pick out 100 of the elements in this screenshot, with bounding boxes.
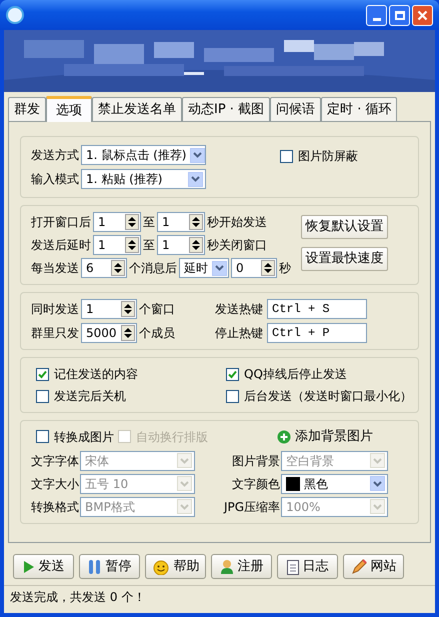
close-icon	[417, 10, 428, 20]
spin-value: 1	[162, 237, 171, 254]
add-background-button[interactable]: 添加背景图片	[277, 427, 373, 446]
toolbar-button[interactable]: 网站	[343, 554, 404, 579]
chevron-icon	[180, 458, 189, 464]
chevron-icon	[215, 265, 224, 271]
field-label: 发送热键	[215, 301, 263, 318]
spin-arrows-icon[interactable]	[125, 214, 139, 230]
spin-field[interactable]: 0	[231, 258, 277, 278]
dropdown-field[interactable]: 1. 粘贴 (推荐)	[81, 169, 206, 189]
field-label: 个窗口	[139, 301, 175, 318]
field-label: 转换格式	[31, 498, 79, 516]
dropdown-button[interactable]	[212, 260, 227, 276]
tab[interactable]: 动态IP · 截图	[182, 97, 270, 121]
spin-field[interactable]: 1	[93, 212, 141, 232]
status-text: 发送完成，共发送 0 个！	[10, 588, 146, 606]
spin-arrows-icon[interactable]	[121, 325, 135, 341]
toolbar-button[interactable]: 帮助	[145, 554, 206, 579]
chevron-icon	[191, 176, 200, 182]
checkbox-label: QQ掉线后停止发送	[244, 366, 347, 383]
spin-value: 0	[236, 260, 245, 277]
checkbox-label: 发送完后关机	[54, 388, 126, 405]
spin-field[interactable]: 6	[81, 258, 127, 278]
checkbox[interactable]	[36, 368, 49, 380]
checkbox[interactable]	[36, 390, 49, 402]
spin-field[interactable]: 1	[157, 212, 205, 232]
hotkey-value: Ctrl + S	[272, 301, 330, 318]
dropdown-button[interactable]	[370, 476, 386, 491]
settings-button[interactable]: 恢复默认设置	[301, 215, 388, 239]
spin-value: 1	[86, 301, 95, 318]
checkbox[interactable]	[36, 430, 49, 444]
settings-button[interactable]: 设置最快速度	[301, 247, 388, 271]
checkbox[interactable]	[226, 390, 239, 402]
checkbox-label: 后台发送（发送时窗口最小化）	[244, 388, 412, 405]
field-label: 发送方式	[31, 147, 79, 164]
dropdown-field[interactable]: 1. 鼠标点击 (推荐)	[81, 145, 206, 165]
field-label: 秒	[279, 260, 291, 277]
plus-icon	[277, 430, 291, 444]
field-label: 图片背景	[232, 452, 280, 470]
field-label: 文字大小	[31, 476, 79, 492]
field-label: JPG压缩率	[224, 498, 280, 516]
field-label: 每当发送	[31, 260, 79, 277]
field-label: 个成员	[139, 325, 175, 342]
dropdown-value: 宋体	[85, 452, 110, 470]
spin-field[interactable]: 1	[93, 235, 141, 255]
hotkey-field[interactable]: Ctrl + P	[267, 323, 367, 343]
close-button[interactable]	[412, 4, 433, 26]
dropdown-button[interactable]	[188, 172, 203, 186]
minimize-button[interactable]	[366, 4, 387, 26]
tab[interactable]: 选项	[46, 96, 92, 122]
spin-field[interactable]: 5000	[81, 323, 137, 343]
checkbox-label: 图片防屏蔽	[298, 148, 358, 165]
spin-arrows-icon[interactable]	[189, 214, 203, 230]
chevron-icon	[180, 504, 189, 510]
toolbar-button[interactable]: 日志	[277, 554, 338, 579]
minimize-icon	[372, 18, 380, 20]
dropdown-value: 黑色	[304, 476, 330, 492]
dropdown-field[interactable]: 延时	[179, 258, 229, 278]
hotkey-field[interactable]: Ctrl + S	[267, 299, 367, 319]
tab[interactable]: 问候语	[270, 97, 322, 121]
spin-value: 5000	[86, 325, 118, 342]
dropdown-value: 空白背景	[286, 452, 336, 470]
hotkey-value: Ctrl + P	[272, 325, 330, 342]
app-icon	[6, 6, 24, 24]
field-label: 秒关闭窗口	[207, 237, 267, 254]
field-label: 停止热键	[215, 325, 263, 342]
chevron-icon	[373, 458, 382, 464]
toolbar-button[interactable]: 注册	[211, 554, 272, 579]
field-label: 文字颜色	[232, 476, 280, 492]
checkbox-label: 自动换行排版	[136, 428, 208, 446]
checkbox[interactable]	[280, 150, 293, 162]
user-icon	[220, 558, 234, 574]
checkbox[interactable]	[226, 368, 239, 380]
dropdown-value: 延时	[184, 260, 208, 277]
spin-arrows-icon[interactable]	[189, 237, 203, 253]
tab[interactable]: 定时 · 循环	[321, 97, 398, 121]
chevron-icon	[373, 480, 382, 486]
tab[interactable]: 群发	[8, 97, 46, 121]
dropdown-value: 100%	[286, 498, 322, 516]
spin-arrows-icon[interactable]	[261, 260, 275, 276]
toolbar-button[interactable]: 暂停	[79, 554, 140, 579]
checkbox-label: 转换成图片	[54, 428, 114, 446]
spin-field[interactable]: 1	[81, 299, 137, 319]
smiley-icon	[152, 558, 170, 574]
spin-arrows-icon[interactable]	[125, 237, 139, 253]
maximize-icon	[394, 10, 404, 20]
chevron-icon	[373, 504, 382, 510]
spin-value: 1	[162, 214, 171, 231]
spin-arrows-icon[interactable]	[111, 260, 125, 276]
tab[interactable]: 禁止发送名单	[92, 97, 182, 121]
dropdown-button[interactable]	[190, 148, 206, 162]
spin-arrows-icon[interactable]	[121, 301, 135, 317]
play-icon	[22, 560, 34, 574]
dropdown-field[interactable]: 黑色	[281, 474, 388, 494]
toolbar-button[interactable]: 发送	[13, 554, 74, 579]
field-label: 群里只发	[31, 325, 79, 342]
pencil-icon	[350, 558, 366, 574]
chevron-icon	[193, 152, 202, 158]
spin-field[interactable]: 1	[157, 235, 205, 255]
maximize-button[interactable]	[389, 4, 410, 26]
